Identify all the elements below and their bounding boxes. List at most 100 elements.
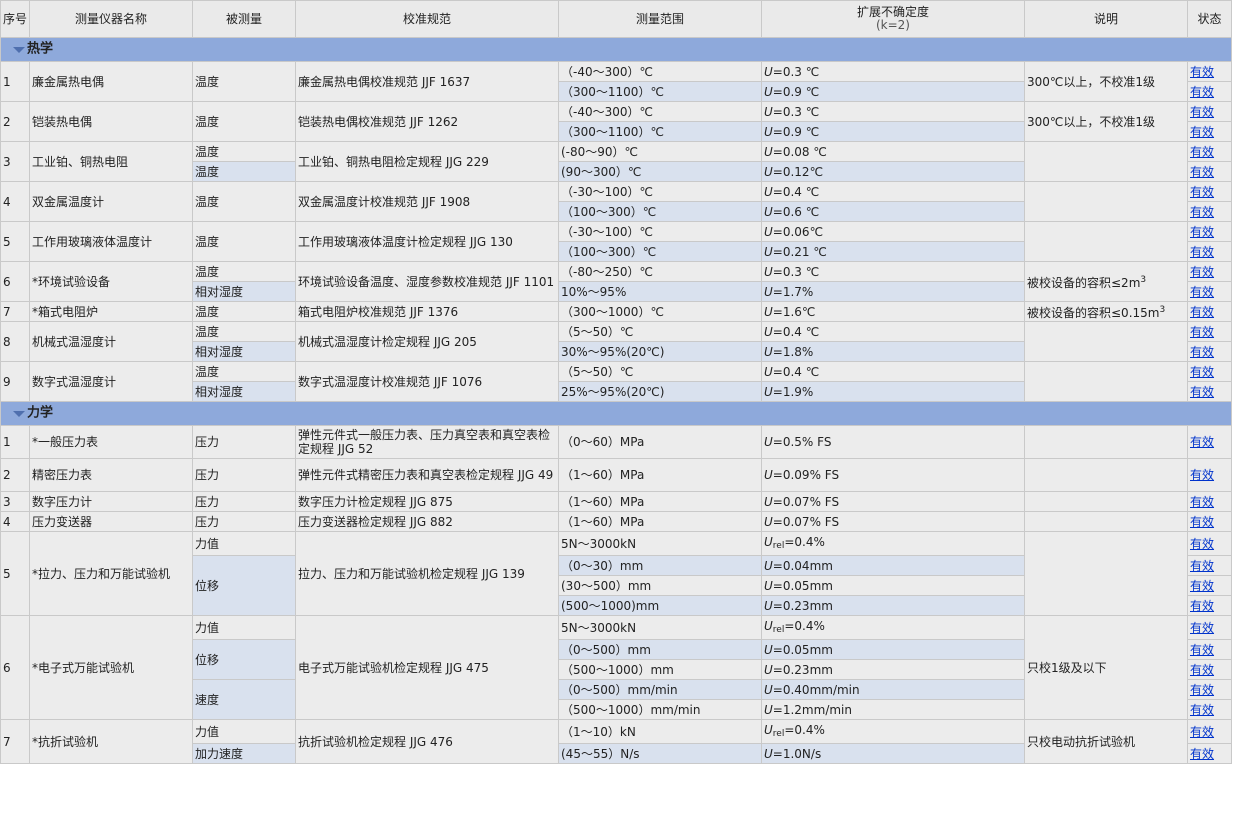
status-link[interactable]: 有效 (1187, 101, 1232, 122)
uncertainty: U=0.3 ℃ (761, 261, 1025, 282)
uncertainty: U=0.4 ℃ (761, 361, 1025, 382)
uncertainty-subscript: rel (772, 624, 785, 635)
note (1024, 141, 1188, 182)
status-link[interactable]: 有效 (1187, 141, 1232, 162)
status-link[interactable]: 有效 (1187, 719, 1232, 744)
item-number: 3 (0, 141, 30, 182)
note (1024, 321, 1188, 362)
measurand: 温度 (192, 261, 296, 282)
status-link[interactable]: 有效 (1187, 659, 1232, 680)
uncertainty-symbol: U (764, 722, 773, 737)
uncertainty: U=0.23mm (761, 595, 1025, 616)
table-row: 7 *抗折试验机 力值 抗折试验机检定规程 JJG 476 （1～10）kN Urel=0… (0, 719, 1232, 764)
status-link[interactable]: 有效 (1187, 639, 1232, 660)
instrument-name: 工业铂、铜热电阻 (29, 141, 193, 182)
status-link[interactable]: 有效 (1187, 743, 1232, 764)
note-text: 只校1级及以下 (1027, 660, 1107, 675)
status-link[interactable]: 有效 (1187, 241, 1232, 262)
status-link[interactable]: 有效 (1187, 699, 1232, 720)
status-link[interactable]: 有效 (1187, 615, 1232, 640)
status-link[interactable]: 有效 (1187, 511, 1232, 532)
status-link[interactable]: 有效 (1187, 341, 1232, 362)
uncertainty-value: =1.2mm/min (772, 702, 852, 717)
status-link[interactable]: 有效 (1187, 301, 1232, 322)
uncertainty: U=0.6 ℃ (761, 201, 1025, 222)
uncertainty: U=0.21 ℃ (761, 241, 1025, 262)
status-link[interactable]: 有效 (1187, 679, 1232, 700)
uncertainty: U=0.12℃ (761, 161, 1025, 182)
uncertainty-symbol: U (764, 124, 773, 139)
status-link[interactable]: 有效 (1187, 181, 1232, 202)
uncertainty-subscript: rel (772, 540, 785, 551)
uncertainty-value: =1.8% (772, 344, 814, 359)
section-header[interactable]: 力学 (0, 401, 1232, 426)
uncertainty-symbol: U (764, 204, 773, 219)
uncertainty-value: =0.04mm (772, 558, 833, 573)
status-link[interactable]: 有效 (1187, 491, 1232, 512)
standard: 环境试验设备温度、湿度参数校准规范 JJF 1101 (295, 261, 559, 302)
item-number: 2 (0, 458, 30, 492)
uncertainty-symbol: U (764, 84, 773, 99)
status-link[interactable]: 有效 (1187, 361, 1232, 382)
uncertainty-value: =0.9 ℃ (772, 84, 820, 99)
uncertainty-value: =0.3 ℃ (772, 64, 820, 79)
status-link[interactable]: 有效 (1187, 595, 1232, 616)
header-uncertainty-k: (k=2) (875, 18, 910, 32)
header-range: 测量范围 (558, 0, 762, 38)
table-row: 6 *环境试验设备 温度 环境试验设备温度、湿度参数校准规范 JJF 1101 （-80… (0, 261, 1232, 302)
header-no: 序号 (0, 0, 30, 38)
item-number: 8 (0, 321, 30, 362)
status-link[interactable]: 有效 (1187, 321, 1232, 342)
range: (90～300）℃ (558, 161, 762, 182)
measurand: 速度 (192, 679, 296, 720)
item-number: 7 (0, 301, 30, 322)
status-link[interactable]: 有效 (1187, 221, 1232, 242)
uncertainty: U=0.04mm (761, 555, 1025, 576)
status-link[interactable]: 有效 (1187, 201, 1232, 222)
instrument-name: 廉金属热电偶 (29, 61, 193, 102)
uncertainty-value: =0.5% FS (772, 435, 832, 449)
standard: 箱式电阻炉校准规范 JJF 1376 (295, 301, 559, 322)
instrument-name: 机械式温湿度计 (29, 321, 193, 362)
range: （-80～250）℃ (558, 261, 762, 282)
uncertainty: Urel=0.4% (761, 719, 1025, 744)
uncertainty-value: =1.7% (772, 284, 814, 299)
measurand: 温度 (192, 181, 296, 222)
uncertainty-symbol: U (764, 144, 773, 159)
note (1024, 425, 1188, 459)
status-link[interactable]: 有效 (1187, 575, 1232, 596)
status-link[interactable]: 有效 (1187, 381, 1232, 402)
status-link[interactable]: 有效 (1187, 458, 1232, 492)
table-row: 6 *电子式万能试验机 力值 电子式万能试验机检定规程 JJG 475 5N～3000k… (0, 615, 1232, 720)
uncertainty: U=0.06℃ (761, 221, 1025, 242)
standard: 抗折试验机检定规程 JJG 476 (295, 719, 559, 764)
status-link[interactable]: 有效 (1187, 425, 1232, 459)
status-link[interactable]: 有效 (1187, 281, 1232, 302)
range: （1～60）MPa (558, 511, 762, 532)
status-link[interactable]: 有效 (1187, 81, 1232, 102)
standard: 数字压力计检定规程 JJG 875 (295, 491, 559, 512)
uncertainty-symbol: U (764, 364, 773, 379)
range: 5N～3000kN (558, 615, 762, 640)
instrument-name: *抗折试验机 (29, 719, 193, 764)
status-link[interactable]: 有效 (1187, 121, 1232, 142)
uncertainty-symbol: U (764, 104, 773, 119)
note-text: 被校设备的容积≤2m (1027, 276, 1141, 290)
measurand: 温度 (192, 61, 296, 102)
status-link[interactable]: 有效 (1187, 531, 1232, 556)
item-number: 5 (0, 531, 30, 616)
status-link[interactable]: 有效 (1187, 61, 1232, 82)
uncertainty: U=0.08 ℃ (761, 141, 1025, 162)
uncertainty: U=0.4 ℃ (761, 181, 1025, 202)
collapse-triangle-icon[interactable] (13, 46, 25, 53)
status-link[interactable]: 有效 (1187, 261, 1232, 282)
collapse-triangle-icon[interactable] (13, 410, 25, 417)
status-link[interactable]: 有效 (1187, 161, 1232, 182)
table-row: 2 铠装热电偶 温度 铠装热电偶校准规范 JJF 1262 （-40～300）℃ U=0.… (0, 101, 1232, 142)
section-header[interactable]: 热学 (0, 37, 1232, 62)
status-link[interactable]: 有效 (1187, 555, 1232, 576)
uncertainty-symbol: U (764, 746, 773, 761)
instrument-name: 数字压力计 (29, 491, 193, 512)
uncertainty-symbol: U (764, 304, 773, 319)
measurand: 温度 (192, 141, 296, 162)
